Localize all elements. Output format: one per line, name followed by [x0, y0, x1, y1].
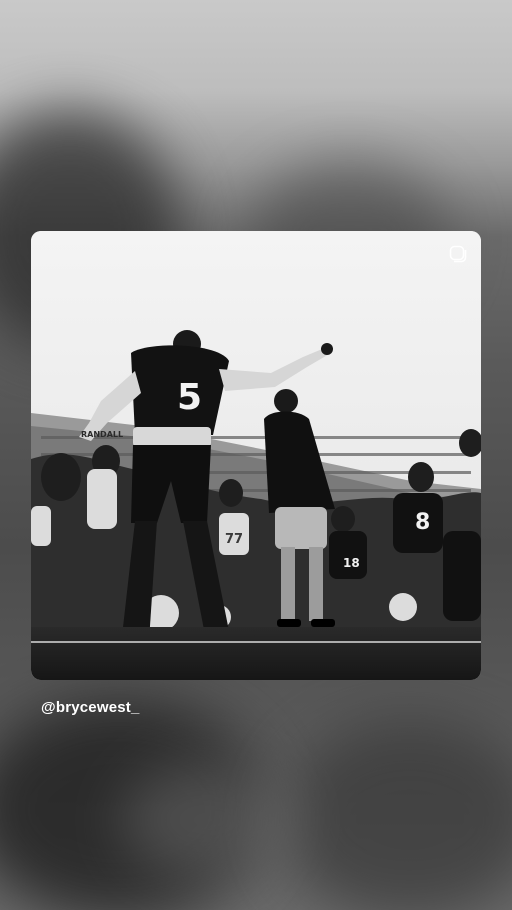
mention-username[interactable]: @brycewest_	[41, 699, 140, 716]
svg-text:77: 77	[225, 532, 243, 547]
svg-text:RANDALL: RANDALL	[81, 430, 123, 439]
background-blur	[280, 720, 512, 910]
copy-sticker-icon[interactable]	[448, 244, 468, 264]
shared-post-card[interactable]: 5 8 18 77 RANDALL	[31, 231, 481, 680]
svg-text:8: 8	[415, 510, 430, 535]
svg-text:5: 5	[177, 377, 202, 418]
background-blur	[120, 760, 300, 880]
svg-text:18: 18	[343, 556, 360, 570]
story-screen: 5 8 18 77 RANDALL @brycewest_	[0, 0, 512, 910]
post-photo: 5 8 18 77 RANDALL	[31, 231, 481, 680]
